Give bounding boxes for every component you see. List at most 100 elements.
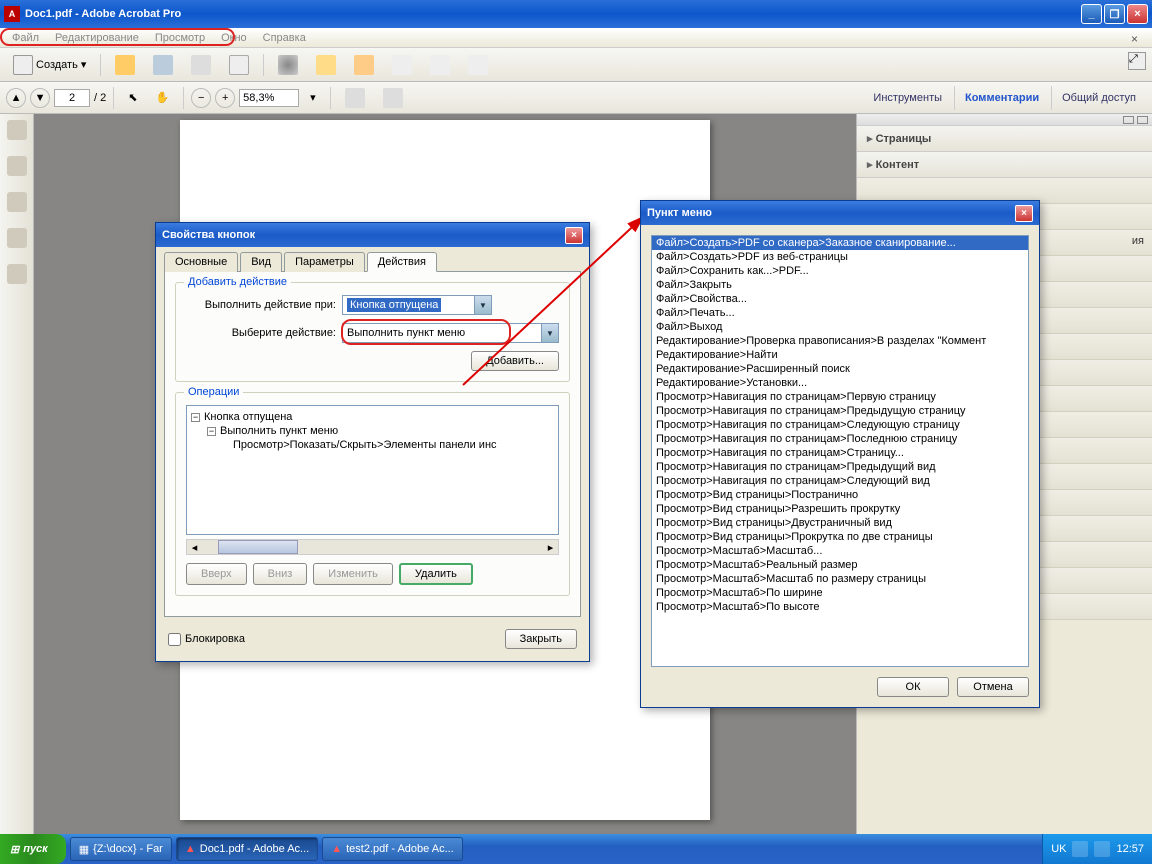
multimedia-button[interactable]: [461, 51, 495, 79]
menu-list-item[interactable]: Просмотр>Масштаб>Масштаб...: [652, 544, 1028, 558]
accordion-pages[interactable]: Страницы: [857, 126, 1152, 152]
document-icon: [13, 55, 33, 75]
task-item[interactable]: ▲test2.pdf - Adobe Ac...: [322, 837, 463, 861]
panel-toggle-icon[interactable]: [1123, 116, 1134, 124]
zoom-dropdown[interactable]: ▾: [303, 87, 323, 108]
menu-list-item[interactable]: Файл>Закрыть: [652, 278, 1028, 292]
save-button[interactable]: [146, 51, 180, 79]
page-input[interactable]: [54, 89, 90, 107]
menu-list-item[interactable]: Просмотр>Масштаб>По высоте: [652, 600, 1028, 614]
dialog-close-icon[interactable]: ×: [565, 227, 583, 244]
tab-appearance[interactable]: Вид: [240, 252, 282, 272]
menu-list-item[interactable]: Просмотр>Вид страницы>Прокрутка по две с…: [652, 530, 1028, 544]
menu-list-item[interactable]: Просмотр>Масштаб>Реальный размер: [652, 558, 1028, 572]
print-button[interactable]: [184, 51, 218, 79]
task-item[interactable]: ▦{Z:\docx} - Far: [70, 837, 172, 861]
menu-list-item[interactable]: Редактирование>Проверка правописания>В р…: [652, 334, 1028, 348]
panel-toggle-icon[interactable]: [1137, 116, 1148, 124]
menu-list-item[interactable]: Просмотр>Вид страницы>Разрешить прокрутк…: [652, 502, 1028, 516]
tray-icon[interactable]: [1072, 841, 1088, 857]
menu-list-item[interactable]: Редактирование>Найти: [652, 348, 1028, 362]
tab-general[interactable]: Основные: [164, 252, 238, 272]
tab-actions[interactable]: Действия: [367, 252, 437, 272]
attachments-icon[interactable]: [7, 192, 27, 212]
zoom-in-button[interactable]: +: [215, 88, 235, 108]
tool-b[interactable]: [376, 84, 410, 112]
page-up-button[interactable]: ▲: [6, 88, 26, 108]
menu-list-item[interactable]: Редактирование>Установки...: [652, 376, 1028, 390]
menu-list-item[interactable]: Файл>Создать>PDF из веб-страницы: [652, 250, 1028, 264]
menu-window[interactable]: Окно: [213, 30, 255, 46]
right-panel-header: [857, 114, 1152, 126]
link-share[interactable]: Общий доступ: [1051, 86, 1146, 110]
select-tool[interactable]: ⬉: [121, 87, 144, 108]
menu-list-item[interactable]: Просмотр>Навигация по страницам>Первую с…: [652, 390, 1028, 404]
menu-list-item[interactable]: Просмотр>Навигация по страницам>Предыдущ…: [652, 460, 1028, 474]
layers-icon[interactable]: [7, 228, 27, 248]
menu-file[interactable]: Файл: [4, 30, 47, 46]
accordion-content[interactable]: Контент: [857, 152, 1152, 178]
maximize-button[interactable]: ❐: [1104, 4, 1125, 24]
open-button[interactable]: [108, 51, 142, 79]
menu-list-item[interactable]: Просмотр>Навигация по страницам>Последню…: [652, 432, 1028, 446]
tool-a[interactable]: [338, 84, 372, 112]
menu-list-item[interactable]: Редактирование>Расширенный поиск: [652, 362, 1028, 376]
cancel-button[interactable]: Отмена: [957, 677, 1029, 697]
menu-list-item[interactable]: Просмотр>Навигация по страницам>Следующу…: [652, 418, 1028, 432]
menu-list-item[interactable]: Просмотр>Навигация по страницам>Следующи…: [652, 474, 1028, 488]
expand-icon[interactable]: ⤢: [1128, 52, 1146, 70]
clock[interactable]: 12:57: [1116, 843, 1144, 855]
create-button[interactable]: Создать ▾: [6, 51, 93, 79]
menu-list-item[interactable]: Файл>Создать>PDF со сканера>Заказное ска…: [652, 236, 1028, 250]
close-button[interactable]: Закрыть: [505, 629, 577, 649]
ok-button[interactable]: ОК: [877, 677, 949, 697]
menubar-close-icon[interactable]: ×: [1123, 30, 1146, 48]
zoom-input[interactable]: [239, 89, 299, 107]
bookmarks-icon[interactable]: [7, 156, 27, 176]
menu-list-item[interactable]: Просмотр>Навигация по страницам>Предыдущ…: [652, 404, 1028, 418]
link-tools[interactable]: Инструменты: [863, 86, 952, 110]
comment-button[interactable]: [309, 51, 343, 79]
menu-list-item[interactable]: Просмотр>Вид страницы>Постранично: [652, 488, 1028, 502]
thumbnails-icon[interactable]: [7, 120, 27, 140]
email-button[interactable]: [222, 51, 256, 79]
menu-list-item[interactable]: Просмотр>Масштаб>По ширине: [652, 586, 1028, 600]
tab-options[interactable]: Параметры: [284, 252, 365, 272]
close-button[interactable]: ×: [1127, 4, 1148, 24]
start-button[interactable]: ⊞ пуск: [0, 834, 66, 864]
actions-tree[interactable]: −Кнопка отпущена −Выполнить пункт меню П…: [186, 405, 559, 535]
share-button[interactable]: [347, 51, 381, 79]
minimize-button[interactable]: _: [1081, 4, 1102, 24]
menu-view[interactable]: Просмотр: [147, 30, 213, 46]
sign-button[interactable]: [385, 51, 419, 79]
menu-item-list[interactable]: Файл>Создать>PDF со сканера>Заказное ска…: [651, 235, 1029, 667]
menu-list-item[interactable]: Файл>Свойства...: [652, 292, 1028, 306]
menu-list-item[interactable]: Файл>Сохранить как...>PDF...: [652, 264, 1028, 278]
dialog-close-icon[interactable]: ×: [1015, 205, 1033, 222]
dialog-titlebar[interactable]: Пункт меню ×: [641, 201, 1039, 225]
hand-tool[interactable]: ✋: [148, 87, 176, 108]
menu-list-item[interactable]: Просмотр>Масштаб>Масштаб по размеру стра…: [652, 572, 1028, 586]
menu-help[interactable]: Справка: [255, 30, 314, 46]
delete-button[interactable]: Удалить: [399, 563, 473, 585]
dialog-titlebar[interactable]: Свойства кнопок ×: [156, 223, 589, 247]
link-comments[interactable]: Комментарии: [954, 86, 1049, 110]
page-down-button[interactable]: ▼: [30, 88, 50, 108]
zoom-out-button[interactable]: −: [191, 88, 211, 108]
menu-list-item[interactable]: Просмотр>Навигация по страницам>Страницу…: [652, 446, 1028, 460]
lang-indicator[interactable]: UK: [1051, 843, 1066, 855]
select-action[interactable]: Выполнить пункт меню ▼: [342, 323, 559, 343]
add-button[interactable]: Добавить...: [471, 351, 559, 371]
forms-button[interactable]: [423, 51, 457, 79]
task-item[interactable]: ▲Doc1.pdf - Adobe Ac...: [176, 837, 318, 861]
menu-edit[interactable]: Редактирование: [47, 30, 147, 46]
signatures-icon[interactable]: [7, 264, 27, 284]
select-trigger[interactable]: Кнопка отпущена ▼: [342, 295, 492, 315]
menu-list-item[interactable]: Файл>Печать...: [652, 306, 1028, 320]
menu-list-item[interactable]: Файл>Выход: [652, 320, 1028, 334]
settings-button[interactable]: [271, 51, 305, 79]
lock-checkbox[interactable]: Блокировка: [168, 633, 245, 646]
tray-icon[interactable]: [1094, 841, 1110, 857]
menu-list-item[interactable]: Просмотр>Вид страницы>Двустраничный вид: [652, 516, 1028, 530]
horizontal-scrollbar[interactable]: ◂▸: [186, 539, 559, 555]
